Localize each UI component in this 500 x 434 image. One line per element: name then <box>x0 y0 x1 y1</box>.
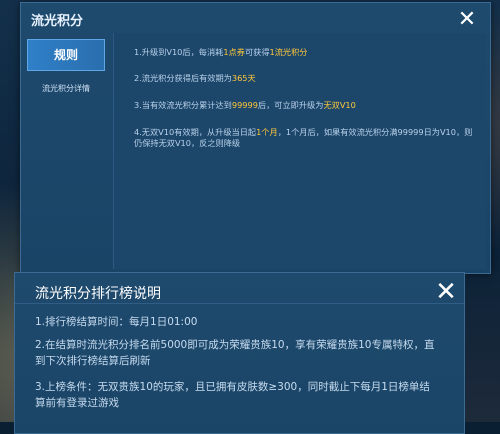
rule-line: 3.当有效流光积分累计达到99999后，可立即升级为无双V10 <box>134 100 479 111</box>
close-icon[interactable]: ✕ <box>456 9 478 31</box>
rule-text: 可获得 <box>244 47 270 57</box>
dialog-title: 流光积分 <box>31 14 84 29</box>
rule-text: 4.无双V10有效期，从升级当日起 <box>134 127 257 137</box>
leaderboard-dialog: 流光积分排行榜说明 ✕ 1.排行榜结算时间：每月1日01:00 2.在结算时流光… <box>14 272 465 434</box>
divider <box>15 303 464 304</box>
highlight-text: 1流光积分 <box>269 47 308 57</box>
rules-content: 1.升级到V10后，每消耗1点券可获得1流光积分 2.流光积分获得后有效期为36… <box>113 33 486 269</box>
highlight-text: 无双V10 <box>323 100 356 110</box>
dialog-sidebar: 规则 流光积分详情 <box>27 39 107 271</box>
close-icon[interactable]: ✕ <box>433 279 459 305</box>
points-dialog: 流光积分 ✕ 规则 流光积分详情 1.升级到V10后，每消耗1点券可获得1流光积… <box>20 2 491 274</box>
rule-text: 3.当有效流光积分累计达到 <box>134 100 232 110</box>
rule-line: 3.上榜条件：无双贵族10的玩家，且已拥有皮肤数≥300，同时截止下每月1日榜单… <box>35 381 430 409</box>
rule-line: 2.在结算时流光积分排名前5000即可成为荣耀贵族10，享有荣耀贵族10专属特权… <box>35 339 435 367</box>
highlight-text: 1点券 <box>223 47 245 57</box>
rule-text: 2.流光积分获得后有效期为 <box>134 73 232 83</box>
rule-line: 1.排行榜结算时间：每月1日01:00 <box>35 316 198 328</box>
highlight-text: 1个月 <box>256 127 278 137</box>
highlight-text: 99999 <box>231 100 258 110</box>
rule-line: 1.升级到V10后，每消耗1点券可获得1流光积分 <box>134 47 479 58</box>
tab-rules[interactable]: 规则 <box>27 39 105 71</box>
rule-line: 2.流光积分获得后有效期为365天 <box>134 73 479 84</box>
rule-text: 1.升级到V10后，每消耗 <box>134 47 224 57</box>
tab-points-detail[interactable]: 流光积分详情 <box>27 79 105 99</box>
highlight-text: 365天 <box>231 73 256 83</box>
dialog-title: 流光积分排行榜说明 <box>35 286 161 302</box>
rule-text: 后，可立即升级为 <box>257 100 324 110</box>
rule-line: 4.无双V10有效期，从升级当日起1个月，1个月后，如果有效流光积分满99999… <box>134 127 479 149</box>
